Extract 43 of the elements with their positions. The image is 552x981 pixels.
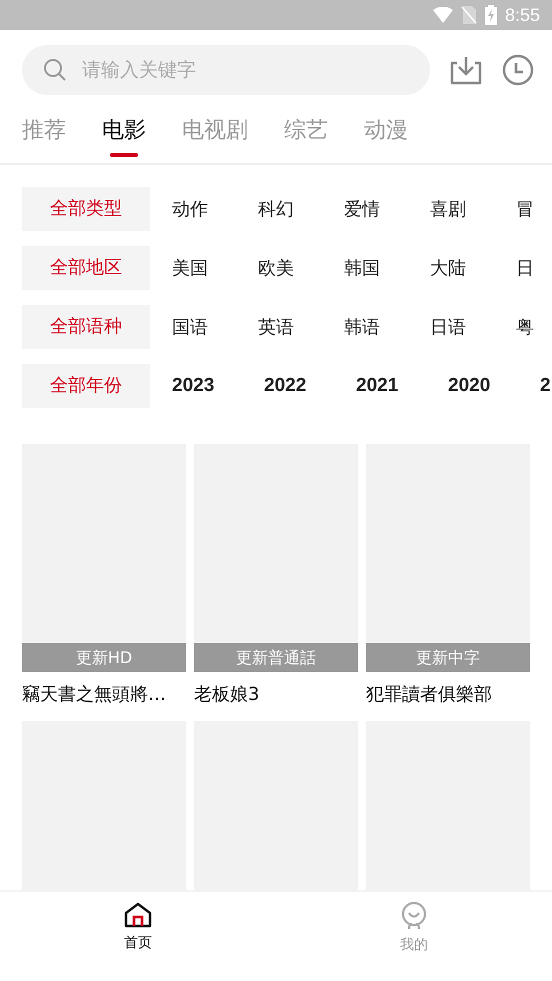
filter-option[interactable]: 韩语: [322, 315, 408, 339]
movie-title[interactable]: 犯罪讀者俱樂部: [366, 672, 530, 706]
update-label: 更新普通話: [194, 643, 358, 672]
filter-option[interactable]: 欧美: [236, 256, 322, 280]
search-icon: [44, 59, 66, 81]
filter-option[interactable]: 英语: [236, 315, 322, 339]
filter-option[interactable]: 日: [494, 256, 552, 280]
status-time: 8:55: [504, 4, 540, 26]
filter-option[interactable]: 全部类型: [22, 187, 150, 231]
filter-option[interactable]: 全部年份: [22, 364, 150, 408]
smiley-person-icon: [401, 902, 427, 930]
filter-option[interactable]: 2020: [426, 375, 518, 397]
filter-option[interactable]: 国语: [150, 315, 236, 339]
nav-item[interactable]: 首页: [0, 892, 276, 981]
filter-option[interactable]: 动作: [150, 197, 236, 221]
filter-option[interactable]: 2023: [150, 375, 242, 397]
filter-option[interactable]: 冒: [494, 197, 552, 221]
filter-option[interactable]: 粤: [494, 315, 552, 339]
filter-option[interactable]: 爱情: [322, 197, 408, 221]
update-label: 更新中字: [366, 643, 530, 672]
filter-option[interactable]: 科幻: [236, 197, 322, 221]
filter-option[interactable]: 日语: [408, 315, 494, 339]
filter-option[interactable]: 全部语种: [22, 305, 150, 349]
tab[interactable]: 电影: [102, 115, 146, 163]
download-icon[interactable]: [450, 55, 482, 85]
filter-option[interactable]: 全部地区: [22, 246, 150, 290]
search-field[interactable]: 请输入关键字: [22, 45, 430, 95]
wifi-icon: [432, 7, 453, 23]
filter-option[interactable]: 2022: [242, 375, 334, 397]
no-sim-icon: [460, 6, 477, 24]
filter-option[interactable]: 2021: [334, 375, 426, 397]
filter-option[interactable]: 韩国: [322, 256, 408, 280]
update-label: 更新HD: [22, 643, 186, 672]
movie-title[interactable]: 竊天書之無頭將…: [22, 672, 186, 706]
home-icon: [124, 902, 152, 928]
filter-option[interactable]: 喜剧: [408, 197, 494, 221]
filter-option[interactable]: 2: [518, 375, 552, 397]
filter-option[interactable]: 美国: [150, 256, 236, 280]
battery-charging-icon: [484, 5, 497, 25]
filter-option[interactable]: 大陆: [408, 256, 494, 280]
clock-icon[interactable]: [502, 54, 534, 86]
movie-title[interactable]: 老板娘3: [194, 672, 358, 706]
tab-indicator: [110, 153, 138, 157]
